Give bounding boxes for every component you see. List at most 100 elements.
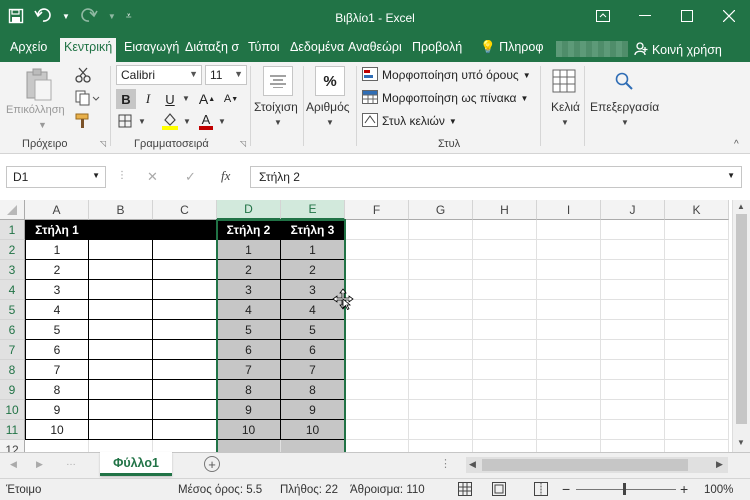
cells-dropdown-icon[interactable]: ▼ xyxy=(561,118,569,127)
cell-j1[interactable] xyxy=(601,220,665,240)
cell-f7[interactable] xyxy=(345,340,409,360)
cell-c11[interactable] xyxy=(153,420,217,440)
editing-dropdown-icon[interactable]: ▼ xyxy=(621,118,629,127)
cell-h10[interactable] xyxy=(473,400,537,420)
column-header-h[interactable]: H xyxy=(473,200,537,220)
cell-e11[interactable]: 10 xyxy=(281,420,345,440)
row-header-3[interactable]: 3 xyxy=(0,260,25,280)
tab-view[interactable]: Προβολή xyxy=(412,40,462,54)
cell-c10[interactable] xyxy=(153,400,217,420)
borders-dropdown-icon[interactable]: ▼ xyxy=(138,117,146,126)
italic-button[interactable]: I xyxy=(140,89,156,109)
cell-b6[interactable] xyxy=(89,320,153,340)
zoom-out-icon[interactable]: − xyxy=(562,481,570,497)
row-header-2[interactable]: 2 xyxy=(0,240,25,260)
cell-h5[interactable] xyxy=(473,300,537,320)
column-header-f[interactable]: F xyxy=(345,200,409,220)
cell-e7[interactable]: 6 xyxy=(281,340,345,360)
font-name-combo[interactable]: Calibri ▼ xyxy=(116,65,202,85)
borders-icon[interactable] xyxy=(116,112,134,130)
bold-button[interactable]: B xyxy=(116,89,136,109)
cell-a4[interactable]: 3 xyxy=(25,280,89,300)
tab-insert[interactable]: Εισαγωγή xyxy=(124,40,179,54)
cell-g11[interactable] xyxy=(409,420,473,440)
cell-d6[interactable]: 5 xyxy=(217,320,281,340)
cell-c12[interactable] xyxy=(153,440,217,452)
cell-e3[interactable]: 2 xyxy=(281,260,345,280)
alignment-dropdown-icon[interactable]: ▼ xyxy=(274,118,282,127)
cell-c5[interactable] xyxy=(153,300,217,320)
cell-d4[interactable]: 3 xyxy=(217,280,281,300)
cell-h2[interactable] xyxy=(473,240,537,260)
cell-b12[interactable] xyxy=(89,440,153,452)
cell-a12[interactable] xyxy=(25,440,89,452)
cell-k8[interactable] xyxy=(665,360,729,380)
cell-b7[interactable] xyxy=(89,340,153,360)
cells-icon[interactable] xyxy=(550,66,578,96)
enter-icon[interactable]: ✓ xyxy=(185,169,196,185)
clipboard-dialog-launcher-icon[interactable]: ◹ xyxy=(100,139,106,148)
cell-i7[interactable] xyxy=(537,340,601,360)
cell-c8[interactable] xyxy=(153,360,217,380)
cell-j8[interactable] xyxy=(601,360,665,380)
column-header-c[interactable]: C xyxy=(153,200,217,220)
vertical-scrollbar[interactable]: ▲ ▼ xyxy=(732,200,750,452)
cell-i4[interactable] xyxy=(537,280,601,300)
fill-color-icon[interactable] xyxy=(160,110,180,132)
cell-i2[interactable] xyxy=(537,240,601,260)
cell-g10[interactable] xyxy=(409,400,473,420)
cell-f3[interactable] xyxy=(345,260,409,280)
underline-dropdown-icon[interactable]: ▼ xyxy=(182,94,190,103)
editing-button[interactable]: Επεξεργασία xyxy=(590,100,659,114)
row-header-1[interactable]: 1 xyxy=(0,220,25,240)
row-header-11[interactable]: 11 xyxy=(0,420,25,440)
row-header-12[interactable]: 12 xyxy=(0,440,25,452)
underline-button[interactable]: U xyxy=(162,89,178,109)
scroll-up-icon[interactable]: ▲ xyxy=(737,202,745,211)
select-all-corner[interactable] xyxy=(0,200,25,220)
cell-e2[interactable]: 1 xyxy=(281,240,345,260)
cell-f10[interactable] xyxy=(345,400,409,420)
cell-f9[interactable] xyxy=(345,380,409,400)
sheet-prev-icon[interactable]: ◀ xyxy=(10,459,17,470)
cell-b11[interactable] xyxy=(89,420,153,440)
cell-a1[interactable]: Στήλη 1 xyxy=(25,220,89,240)
cut-icon[interactable] xyxy=(74,66,92,84)
cell-j5[interactable] xyxy=(601,300,665,320)
paste-icon[interactable] xyxy=(20,66,56,102)
name-box[interactable]: D1 ▼ xyxy=(6,166,106,188)
cell-k9[interactable] xyxy=(665,380,729,400)
cell-h11[interactable] xyxy=(473,420,537,440)
font-dialog-launcher-icon[interactable]: ◹ xyxy=(240,139,246,148)
horizontal-scrollbar[interactable]: ◀ ▶ xyxy=(466,457,728,473)
cell-a8[interactable]: 7 xyxy=(25,360,89,380)
tab-home[interactable]: Κεντρική xyxy=(60,38,117,62)
conditional-formatting-button[interactable]: Μορφοποίηση υπό όρους ▼ xyxy=(362,65,531,85)
decrease-font-size-button[interactable]: A ▼ xyxy=(222,89,240,109)
cell-g1[interactable] xyxy=(409,220,473,240)
cell-b4[interactable] xyxy=(89,280,153,300)
cell-f2[interactable] xyxy=(345,240,409,260)
number-format-icon[interactable]: % xyxy=(315,66,345,96)
cell-i10[interactable] xyxy=(537,400,601,420)
cell-a10[interactable]: 9 xyxy=(25,400,89,420)
cancel-icon[interactable]: ✕ xyxy=(147,169,158,185)
cell-b1[interactable] xyxy=(89,220,153,240)
cell-f8[interactable] xyxy=(345,360,409,380)
number-button[interactable]: Αριθμός xyxy=(306,100,350,114)
cell-g7[interactable] xyxy=(409,340,473,360)
cell-d2[interactable]: 1 xyxy=(217,240,281,260)
find-icon[interactable] xyxy=(610,66,638,96)
cell-f11[interactable] xyxy=(345,420,409,440)
horizontal-scroll-thumb[interactable] xyxy=(482,459,688,471)
cell-i8[interactable] xyxy=(537,360,601,380)
page-layout-view-icon[interactable] xyxy=(492,482,506,499)
scroll-right-icon[interactable]: ▶ xyxy=(716,459,723,470)
cell-f12[interactable] xyxy=(345,440,409,452)
split-handle-icon[interactable]: ⋮ xyxy=(440,457,451,470)
maximize-icon[interactable] xyxy=(666,0,708,32)
worksheet-grid[interactable]: A B C D E F G H I J K 1 Στήλη 1 Στήλη 2 Στήλη 32111322… xyxy=(0,200,732,452)
cell-j4[interactable] xyxy=(601,280,665,300)
cell-k5[interactable] xyxy=(665,300,729,320)
minimize-icon[interactable] xyxy=(624,0,666,32)
